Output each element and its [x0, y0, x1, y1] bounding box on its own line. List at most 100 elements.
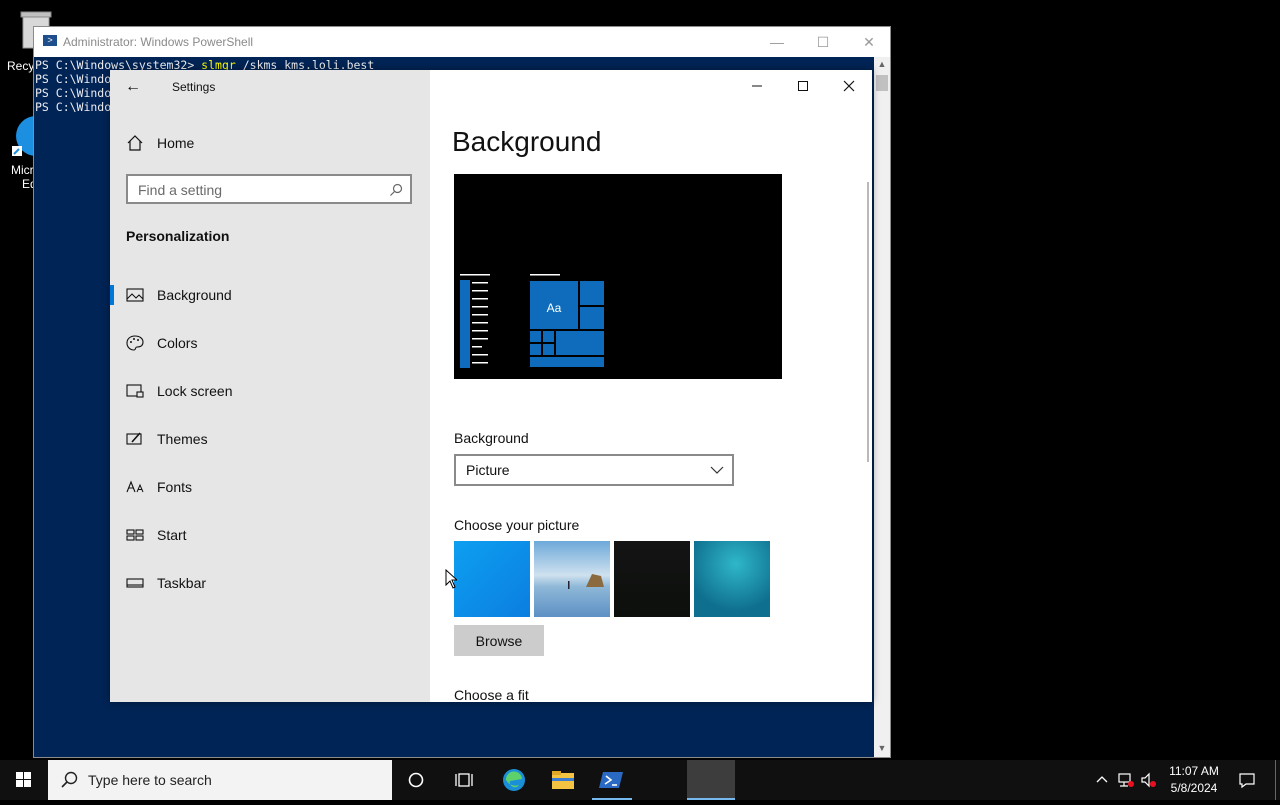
settings-maximize-button[interactable]	[780, 70, 826, 102]
selected-indicator	[110, 285, 114, 305]
settings-close-button[interactable]	[826, 70, 872, 102]
powershell-titlebar[interactable]: > Administrator: Windows PowerShell — ☐ …	[34, 27, 890, 57]
content-scrollbar[interactable]	[867, 182, 869, 462]
console-prompt: PS C:\Windo	[35, 72, 112, 86]
scroll-up-icon[interactable]: ▲	[874, 59, 890, 69]
find-setting-input[interactable]: Find a setting	[126, 174, 412, 204]
console-prompt: PS C:\Windo	[35, 100, 112, 114]
settings-sidebar: ← Settings Home Find a setting Personali…	[110, 70, 430, 702]
picture-thumbnail[interactable]	[694, 541, 770, 617]
folder-icon	[552, 771, 574, 789]
page-title: Background	[452, 126, 602, 157]
home-icon	[127, 135, 143, 151]
beach-rock-graphic	[568, 574, 604, 589]
clock-date: 5/8/2024	[1170, 781, 1218, 795]
picture-thumbnail[interactable]	[534, 541, 610, 617]
background-dropdown-value: Picture	[466, 462, 510, 478]
nav-item-background[interactable]: Background	[110, 275, 430, 315]
console-line: PS C:\Windo	[35, 86, 111, 100]
file-explorer-button[interactable]	[539, 760, 587, 800]
nav-label: Colors	[157, 335, 198, 351]
powershell-title: Administrator: Windows PowerShell	[63, 35, 254, 49]
search-placeholder: Find a setting	[138, 182, 223, 198]
notification-icon[interactable]	[1238, 771, 1256, 789]
show-desktop-button[interactable]	[1275, 760, 1276, 800]
nav-item-colors[interactable]: Colors	[110, 323, 430, 363]
nav-item-start[interactable]: Start	[110, 515, 430, 555]
themes-icon	[126, 432, 142, 445]
settings-content: Background Aa Background Picture Choose …	[430, 70, 872, 702]
nav-item-themes[interactable]: Themes	[110, 419, 430, 459]
picture-thumbnail[interactable]	[454, 541, 530, 617]
edge-icon	[503, 769, 525, 791]
section-heading: Personalization	[126, 228, 230, 244]
cortana-button[interactable]	[392, 760, 440, 800]
background-label: Background	[454, 430, 529, 446]
network-icon[interactable]	[1117, 771, 1135, 789]
nav-item-fonts[interactable]: Fonts	[110, 467, 430, 507]
palette-icon	[126, 335, 144, 351]
edge-taskbar-button[interactable]	[490, 760, 538, 800]
system-clock[interactable]: 11:07 AM 5/8/2024	[1162, 763, 1226, 797]
task-view-icon	[455, 773, 473, 787]
powershell-icon	[599, 772, 623, 788]
fonts-icon	[126, 480, 144, 493]
ps-close-button[interactable]: ✕	[846, 27, 892, 57]
ps-maximize-button[interactable]: ☐	[800, 27, 846, 57]
preview-tile-text: Aa	[547, 301, 562, 315]
nav-label: Taskbar	[157, 575, 207, 591]
background-dropdown[interactable]: Picture	[454, 454, 734, 486]
taskbar-search-placeholder: Type here to search	[88, 772, 212, 788]
volume-icon[interactable]	[1140, 771, 1158, 789]
nav-label: Fonts	[157, 479, 193, 495]
choose-picture-label: Choose your picture	[454, 517, 580, 533]
task-view-button[interactable]	[440, 760, 488, 800]
desktop-preview: Aa	[454, 174, 782, 379]
settings-taskbar-button[interactable]	[687, 760, 735, 800]
clock-time: 11:07 AM	[1169, 764, 1219, 778]
start-icon	[126, 529, 144, 541]
taskbar: Type here to search 11:07 AM 5/8/2024	[0, 760, 1280, 800]
nav-label: Start	[157, 527, 187, 543]
powershell-taskbar-button[interactable]	[588, 760, 636, 800]
nav-item-lock-screen[interactable]: Lock screen	[110, 371, 430, 411]
search-icon	[61, 771, 78, 788]
ps-scrollbar[interactable]: ▲ ▼	[874, 57, 890, 757]
home-label: Home	[157, 135, 195, 151]
windows-logo-icon	[16, 772, 31, 787]
scroll-down-icon[interactable]: ▼	[874, 743, 890, 753]
back-arrow-icon[interactable]: ←	[125, 78, 141, 96]
lock-screen-icon	[126, 384, 144, 398]
start-button[interactable]	[0, 760, 48, 800]
picture-icon	[126, 288, 144, 302]
ps-scroll-thumb[interactable]	[876, 75, 888, 91]
maximize-icon	[798, 81, 808, 91]
choose-fit-label: Choose a fit	[454, 687, 529, 702]
close-icon	[843, 80, 855, 92]
chevron-down-icon	[710, 466, 724, 474]
browse-button[interactable]: Browse	[454, 625, 544, 656]
taskbar-search-box[interactable]: Type here to search	[48, 760, 392, 800]
settings-window[interactable]: ← Settings Home Find a setting Personali…	[110, 70, 872, 702]
settings-minimize-button[interactable]	[734, 70, 780, 102]
picture-thumbnail[interactable]	[614, 541, 690, 617]
chevron-up-icon[interactable]	[1094, 772, 1110, 788]
edge-label: Micr	[11, 163, 34, 177]
preview-graphic: Aa	[460, 274, 604, 368]
recycle-bin-label: Recy	[7, 59, 35, 73]
ps-minimize-button[interactable]: —	[754, 27, 800, 57]
nav-label: Themes	[157, 431, 208, 447]
console-line: PS C:\Windo	[35, 100, 111, 114]
nav-label: Lock screen	[157, 383, 233, 399]
search-icon[interactable]	[389, 183, 403, 197]
console-prompt: PS C:\Windo	[35, 86, 112, 100]
nav-label: Background	[157, 287, 232, 303]
powershell-icon: >	[43, 35, 57, 46]
minimize-icon	[752, 85, 762, 87]
settings-title: Settings	[172, 80, 216, 94]
mouse-cursor-icon	[445, 569, 457, 589]
console-line: PS C:\Windo	[35, 72, 111, 86]
cortana-icon	[408, 772, 424, 788]
taskbar-icon	[126, 578, 144, 588]
nav-item-taskbar[interactable]: Taskbar	[110, 563, 430, 603]
